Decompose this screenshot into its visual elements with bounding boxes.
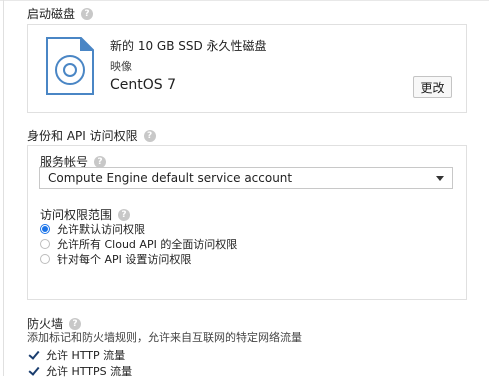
radio-icon[interactable] [40,254,50,264]
disk-name: 新的 10 GB SSD 永久性磁盘 [110,39,267,53]
scope-option-label: 允许默认访问权限 [57,223,145,236]
disk-icon [46,37,94,95]
help-icon[interactable]: ? [143,129,156,142]
top-divider [0,0,489,1]
boot-disk-title: 启动磁盘 [27,7,76,21]
help-icon[interactable]: ? [118,208,131,221]
scope-option-default[interactable]: 允许默认访问权限 [40,221,145,237]
checkbox-checked-icon[interactable] [28,365,40,377]
identity-heading: 身份和 API 访问权限 ? [27,127,156,144]
scope-option-label: 针对每个 API 设置访问权限 [57,253,192,266]
help-icon[interactable]: ? [69,317,82,330]
boot-disk-heading: 启动磁盘 ? [27,5,94,22]
left-divider [3,0,4,376]
radio-icon[interactable] [40,239,50,249]
change-disk-button[interactable]: 更改 [413,76,452,98]
firewall-description: 添加标记和防火墙规则，允许来自互联网的特定网络流量 [27,331,302,344]
image-label: 映像 [110,60,132,73]
help-icon[interactable]: ? [94,155,107,168]
checkbox-checked-icon[interactable] [28,349,40,361]
allow-https-checkbox[interactable]: 允许 HTTPS 流量 [28,363,132,379]
scope-option-label: 允许所有 Cloud API 的全面访问权限 [57,238,238,251]
service-account-select[interactable]: Compute Engine default service account [39,167,453,189]
identity-title: 身份和 API 访问权限 [27,129,138,143]
dropdown-caret-icon [436,176,444,181]
image-value: CentOS 7 [110,77,177,93]
help-icon[interactable]: ? [81,7,94,20]
allow-https-label: 允许 HTTPS 流量 [46,365,133,378]
scope-option-full[interactable]: 允许所有 Cloud API 的全面访问权限 [40,236,237,252]
allow-http-label: 允许 HTTP 流量 [46,349,126,362]
radio-selected-icon[interactable] [40,224,50,234]
service-account-value: Compute Engine default service account [48,171,293,185]
scope-option-per-api[interactable]: 针对每个 API 设置访问权限 [40,251,191,267]
allow-http-checkbox[interactable]: 允许 HTTP 流量 [28,347,125,363]
